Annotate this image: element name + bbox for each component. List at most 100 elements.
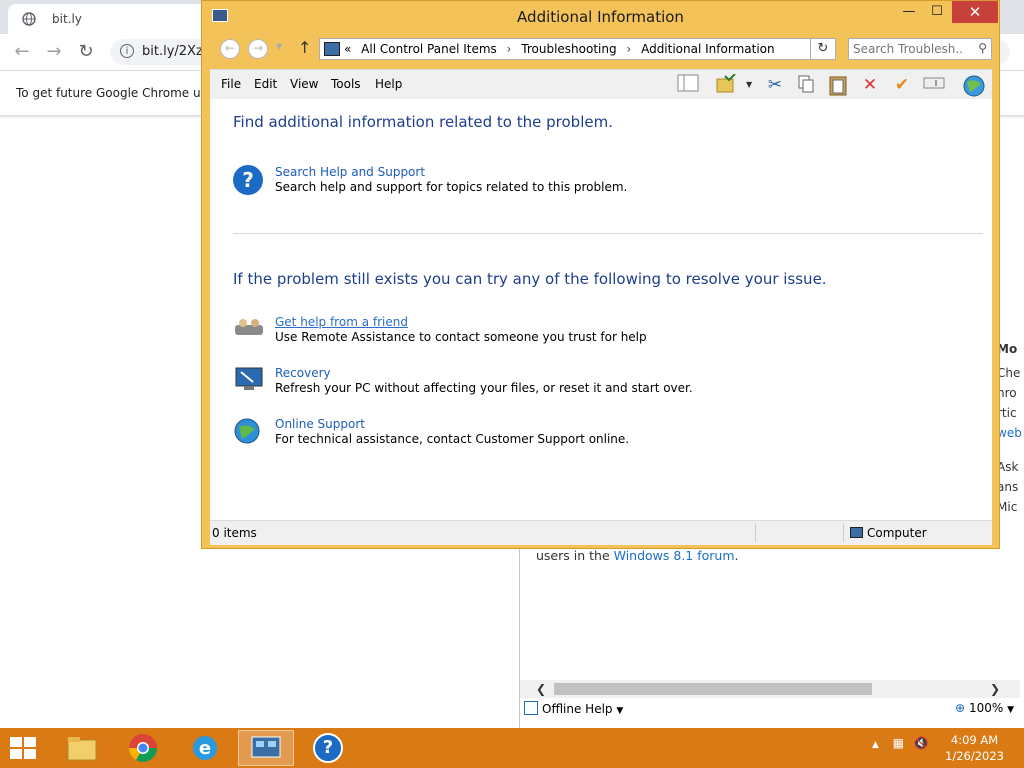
refresh-button[interactable]: ↻: [810, 38, 836, 60]
svg-text:e: e: [199, 738, 211, 759]
forward-button[interactable]: →: [248, 39, 268, 59]
status-divider: [843, 524, 844, 542]
item-count: 0 items: [212, 526, 257, 540]
file-explorer-icon[interactable]: [54, 730, 110, 766]
task-search-help[interactable]: ? Search Help and Support Search help an…: [233, 165, 953, 199]
scroll-thumb[interactable]: [554, 683, 872, 695]
globe-network-icon[interactable]: [962, 74, 986, 97]
windows-start-icon[interactable]: [10, 737, 38, 761]
question-mark-icon: ?: [233, 165, 263, 195]
remote-assistance-icon: [233, 315, 265, 347]
offline-help-label: Offline Help: [542, 702, 613, 716]
help-partial-text: Ask: [997, 460, 1019, 474]
task-link[interactable]: Search Help and Support: [275, 165, 425, 179]
help-taskbar-icon[interactable]: ?: [300, 730, 356, 766]
menu-file[interactable]: File: [221, 77, 241, 91]
breadcrumb-item[interactable]: All Control Panel Items: [361, 42, 497, 56]
task-recovery[interactable]: Recovery Refresh your PC without affecti…: [233, 366, 953, 400]
zoom-level: 100%: [968, 701, 1004, 715]
menu-tools[interactable]: Tools: [331, 77, 361, 91]
clock-date: 1/26/2023: [945, 749, 1004, 763]
minimize-button[interactable]: —: [896, 1, 922, 23]
internet-explorer-icon[interactable]: e: [177, 730, 233, 766]
section-heading: If the problem still exists you can try …: [233, 270, 827, 288]
info-icon[interactable]: i: [120, 44, 134, 58]
breadcrumb-separator-icon[interactable]: ›: [626, 42, 631, 56]
search-input[interactable]: [853, 41, 963, 57]
search-icon[interactable]: ⚲: [978, 41, 987, 55]
chrome-icon[interactable]: [115, 730, 171, 766]
navigation-bar: ← → ▼ ↑ « All Control Panel Items › Trou…: [210, 36, 992, 64]
address-bar[interactable]: « All Control Panel Items › Troubleshoot…: [319, 38, 836, 60]
title-bar[interactable]: Additional Information — ☐ ✕: [202, 1, 999, 31]
menu-view[interactable]: View: [290, 77, 318, 91]
chrome-tab[interactable]: bit.ly: [8, 4, 208, 34]
breadcrumb-separator-icon[interactable]: ›: [507, 42, 512, 56]
task-link[interactable]: Recovery: [275, 366, 331, 380]
task-description: Search help and support for topics relat…: [275, 180, 628, 194]
properties-check-icon[interactable]: ✔: [890, 74, 914, 96]
task-link[interactable]: Get help from a friend: [275, 315, 408, 329]
globe-icon: [22, 12, 36, 26]
offline-help-button[interactable]: Offline Help ▼: [524, 701, 623, 716]
breadcrumb: « All Control Panel Items › Troubleshoot…: [344, 42, 781, 56]
back-arrow-icon[interactable]: ←: [12, 42, 32, 62]
chrome-url: bit.ly/2Xz: [142, 44, 203, 59]
control-panel-icon: [324, 42, 340, 56]
zoom-control[interactable]: ⊕ 100% ▼: [955, 701, 1014, 715]
menu-help[interactable]: Help: [375, 77, 402, 91]
search-box[interactable]: ⚲: [848, 38, 992, 60]
offline-help-icon: [524, 701, 538, 715]
breadcrumb-item[interactable]: Troubleshooting: [521, 42, 616, 56]
task-description: Refresh your PC without affecting your f…: [275, 381, 693, 395]
zone-label: Computer: [867, 526, 927, 540]
volume-muted-icon[interactable]: 🔇: [914, 736, 929, 750]
maximize-button[interactable]: ☐: [924, 1, 950, 23]
control-panel-taskbar-icon[interactable]: [238, 730, 294, 766]
recent-locations-icon[interactable]: ▼: [276, 42, 282, 51]
paste-icon[interactable]: [826, 74, 850, 96]
scroll-right-icon[interactable]: ❯: [990, 680, 1000, 698]
breadcrumb-overflow[interactable]: «: [344, 42, 351, 56]
close-button[interactable]: ✕: [952, 1, 998, 23]
help-partial-text: Che: [997, 366, 1021, 380]
reload-icon[interactable]: ↻: [76, 42, 96, 62]
task-remote-assistance[interactable]: Get help from a friend Use Remote Assist…: [233, 315, 953, 349]
copy-icon[interactable]: [794, 74, 818, 96]
explorer-window: Additional Information — ☐ ✕ ← → ▼ ↑ « A…: [201, 0, 1000, 549]
clock-time: 4:09 AM: [950, 733, 999, 747]
network-status-icon[interactable]: ▦: [893, 736, 904, 750]
back-button[interactable]: ←: [220, 39, 240, 59]
forum-link[interactable]: Windows 8.1 forum: [614, 548, 735, 563]
breadcrumb-item[interactable]: Additional Information: [641, 42, 775, 56]
taskbar: e ? ▲ ▦ 🔇 4:09 AM 1/26/2023: [0, 728, 1024, 768]
online-support-globe-icon: [233, 417, 265, 449]
section-heading: Find additional information related to t…: [233, 113, 613, 131]
content-pane: Find additional information related to t…: [210, 99, 992, 520]
dropdown-arrow-icon[interactable]: ▼: [746, 80, 752, 89]
computer-icon: [850, 527, 863, 538]
dropdown-arrow-icon: ▼: [616, 706, 624, 716]
help-horizontal-scrollbar[interactable]: ❮ ❯: [520, 680, 1020, 698]
forward-arrow-icon[interactable]: →: [44, 42, 64, 62]
menu-edit[interactable]: Edit: [254, 77, 277, 91]
forum-prefix: users in the: [536, 548, 614, 563]
recovery-icon: [233, 366, 265, 398]
up-arrow-icon[interactable]: ↑: [298, 38, 311, 57]
clock[interactable]: 4:09 AM 1/26/2023: [945, 732, 1004, 764]
layout-pane-icon[interactable]: [676, 74, 700, 96]
task-online-support[interactable]: Online Support For technical assistance,…: [233, 417, 953, 451]
show-hidden-icons-icon[interactable]: ▲: [872, 740, 879, 750]
scroll-left-icon[interactable]: ❮: [536, 680, 546, 698]
task-link[interactable]: Online Support: [275, 417, 365, 431]
delete-icon[interactable]: ✕: [858, 74, 882, 96]
cut-icon[interactable]: ✂: [763, 74, 787, 96]
help-partial-text: ans: [997, 480, 1019, 494]
rename-icon[interactable]: [922, 74, 946, 96]
help-partial-link[interactable]: web: [997, 426, 1022, 440]
folder-options-icon[interactable]: [714, 73, 738, 96]
help-forum-line: users in the Windows 8.1 forum.: [536, 548, 739, 563]
help-status-bar: Offline Help ▼ ⊕ 100% ▼: [520, 698, 1024, 720]
task-description: For technical assistance, contact Custom…: [275, 432, 630, 446]
zoom-icon: ⊕: [955, 701, 966, 715]
